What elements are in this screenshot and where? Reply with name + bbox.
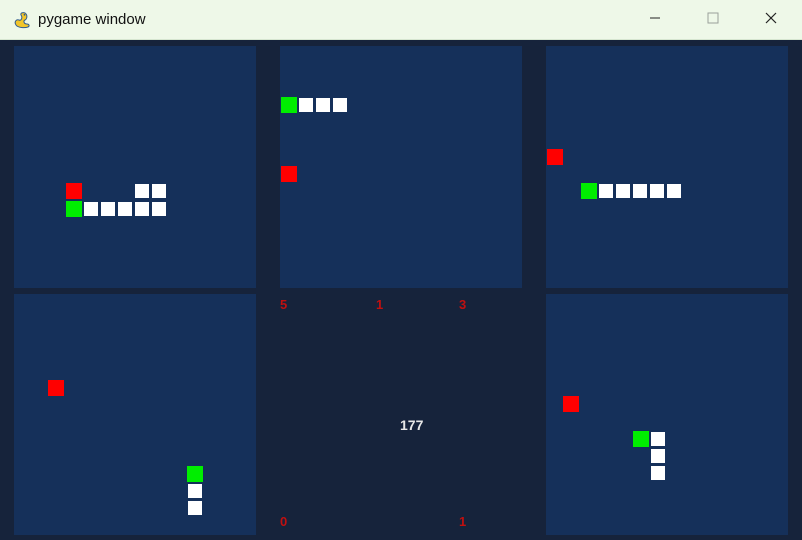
snake-head [581,183,597,199]
snake-head [187,466,203,482]
snake-segment [187,500,203,516]
score-top-middle: 1 [376,297,384,312]
snake-segment [187,483,203,499]
snake-segment [134,183,150,199]
snake-head [66,201,82,217]
snake-segment [650,431,666,447]
close-icon [765,11,777,29]
snake-head [633,431,649,447]
food [547,149,563,165]
title-bar[interactable]: pygame window [0,0,802,40]
window-title: pygame window [38,11,146,28]
board-2 [280,46,522,288]
food [48,380,64,396]
snake-head [281,97,297,113]
snake-segment [632,183,648,199]
snake-segment [151,201,167,217]
score-top-right: 3 [459,297,467,312]
snake-segment [298,97,314,113]
snake-segment [332,97,348,113]
score-bottom-right: 1 [459,514,467,529]
score-top-left: 5 [280,297,288,312]
snake-segment [598,183,614,199]
snake-segment [615,183,631,199]
score-bottom-left: 0 [280,514,288,529]
snake-segment [83,201,99,217]
game-canvas: 5 1 3 0 1 177 [0,40,802,540]
food [281,166,297,182]
food [66,183,82,199]
snake-segment [134,201,150,217]
snake-segment [650,465,666,481]
food [563,396,579,412]
board-4 [14,294,256,535]
pygame-window: pygame window 5 1 3 0 1 177 [0,0,802,540]
board-3 [546,46,788,288]
snake-segment [649,183,665,199]
snake-segment [151,183,167,199]
snake-segment [666,183,682,199]
snake-segment [315,97,331,113]
board-5 [546,294,788,535]
board-1 [14,46,256,288]
generation-counter: 177 [400,417,424,433]
maximize-icon [707,11,719,29]
close-button[interactable] [742,0,800,40]
minimize-button[interactable] [626,0,684,40]
minimize-icon [649,11,661,29]
snake-segment [100,201,116,217]
snake-segment [650,448,666,464]
maximize-button[interactable] [684,0,742,40]
snake-segment [117,201,133,217]
pygame-snake-icon [12,10,32,30]
